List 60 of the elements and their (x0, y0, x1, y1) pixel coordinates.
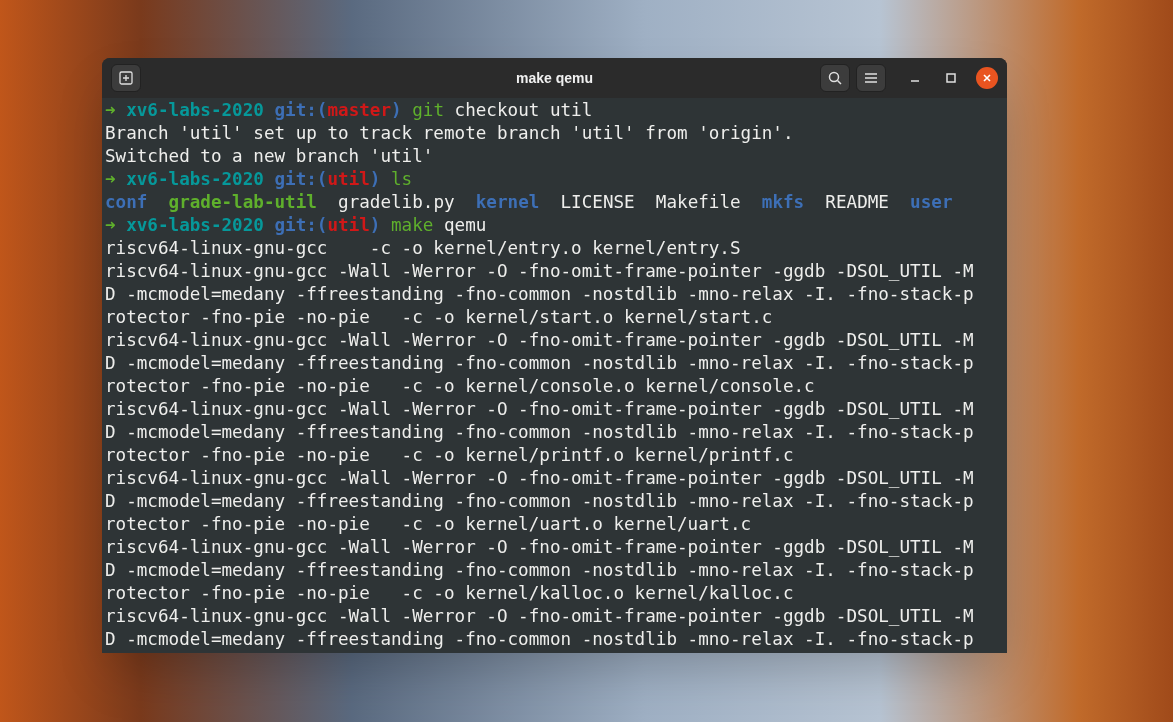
output-line: riscv64-linux-gnu-gcc -Wall -Werror -O -fno-omit-frame-pointer -ggdb -DSOL_UTIL -M (105, 467, 974, 490)
file-name: grade-lab-util (168, 191, 317, 214)
file-name: conf (105, 191, 148, 214)
close-button[interactable] (976, 67, 998, 89)
search-button[interactable] (820, 64, 850, 92)
prompt-text: ) (369, 168, 381, 191)
output-line: riscv64-linux-gnu-gcc -Wall -Werror -O -fno-omit-frame-pointer -ggdb -DSOL_UTIL -M (105, 329, 974, 352)
search-icon (827, 70, 843, 86)
output-line: riscv64-linux-gnu-gcc -Wall -Werror -O -fno-omit-frame-pointer -ggdb -DSOL_UTIL -M (105, 260, 974, 283)
output-line: rotector -fno-pie -no-pie -c -o kernel/kalloc.o kernel/kalloc.c (105, 582, 794, 605)
prompt-text: xv6-labs-2020 (126, 99, 264, 122)
output-line: Switched to a new branch 'util' (105, 145, 434, 168)
prompt-text: git:( (274, 214, 328, 237)
output-line: D -mcmodel=medany -ffreestanding -fno-common -nostdlib -mno-relax -I. -fno-stack-p (105, 490, 974, 513)
prompt-arrow: ➜ (105, 214, 116, 237)
menu-button[interactable] (856, 64, 886, 92)
output-line: riscv64-linux-gnu-gcc -Wall -Werror -O -fno-omit-frame-pointer -ggdb -DSOL_UTIL -M (105, 536, 974, 559)
file-name: user (910, 191, 953, 214)
output-line: riscv64-linux-gnu-gcc -c -o kernel/entry.o kernel/entry.S (105, 237, 741, 260)
file-name: kernel (475, 191, 540, 214)
output-line: rotector -fno-pie -no-pie -c -o kernel/console.o kernel/console.c (105, 375, 815, 398)
new-tab-icon (118, 70, 134, 86)
prompt-text: xv6-labs-2020 (126, 214, 264, 237)
output-line: D -mcmodel=medany -ffreestanding -fno-common -nostdlib -mno-relax -I. -fno-stack-p (105, 628, 974, 651)
prompt-text: git (412, 99, 444, 122)
prompt-text: git:( (274, 168, 328, 191)
window-title: make qemu (516, 68, 593, 88)
minimize-icon (911, 80, 919, 82)
output-line: riscv64-linux-gnu-gcc -Wall -Werror -O -fno-omit-frame-pointer -ggdb -DSOL_UTIL -M (105, 605, 974, 628)
prompt-text: xv6-labs-2020 (126, 168, 264, 191)
close-icon (982, 73, 992, 83)
prompt-text: checkout util (454, 99, 593, 122)
maximize-icon (946, 73, 956, 83)
output-line: rotector -fno-pie -no-pie -c -o kernel/uart.o kernel/uart.c (105, 513, 752, 536)
prompt-arrow: ➜ (105, 168, 116, 191)
output-line: rotector -fno-pie -no-pie -c -o kernel/printf.o kernel/printf.c (105, 444, 794, 467)
file-name: LICENSE (560, 191, 635, 214)
output-line: rotector -fno-pie -no-pie -c -o kernel/start.o kernel/start.c (105, 306, 773, 329)
output-line: D -mcmodel=medany -ffreestanding -fno-common -nostdlib -mno-relax -I. -fno-stack-p (105, 559, 974, 582)
prompt-text: git:( (274, 99, 328, 122)
file-name: Makefile (655, 191, 741, 214)
file-name: gradelib.py (338, 191, 455, 214)
output-line: D -mcmodel=medany -ffreestanding -fno-common -nostdlib -mno-relax -I. -fno-stack-p (105, 421, 974, 444)
prompt-text: util (327, 168, 370, 191)
output-line: D -mcmodel=medany -ffreestanding -fno-common -nostdlib -mno-relax -I. -fno-stack-p (105, 352, 974, 375)
prompt-text: master (327, 99, 391, 122)
file-name: README (825, 191, 889, 214)
file-name: mkfs (761, 191, 805, 214)
prompt-text: make (391, 214, 434, 237)
prompt-text: ) (391, 99, 402, 122)
prompt-text: ) (369, 214, 381, 237)
prompt-text: qemu (444, 214, 487, 237)
menu-icon (864, 72, 878, 84)
prompt-text: ls (391, 168, 413, 191)
prompt-arrow: ➜ (105, 99, 116, 122)
output-line: D -mcmodel=medany -ffreestanding -fno-common -nostdlib -mno-relax -I. -fno-stack-p (105, 283, 974, 306)
output-line: Branch 'util' set up to track remote branch 'util' from 'origin'. (105, 122, 794, 145)
new-tab-button[interactable] (111, 64, 141, 92)
prompt-text: util (327, 214, 370, 237)
output-line: riscv64-linux-gnu-gcc -Wall -Werror -O -fno-omit-frame-pointer -ggdb -DSOL_UTIL -M (105, 398, 974, 421)
